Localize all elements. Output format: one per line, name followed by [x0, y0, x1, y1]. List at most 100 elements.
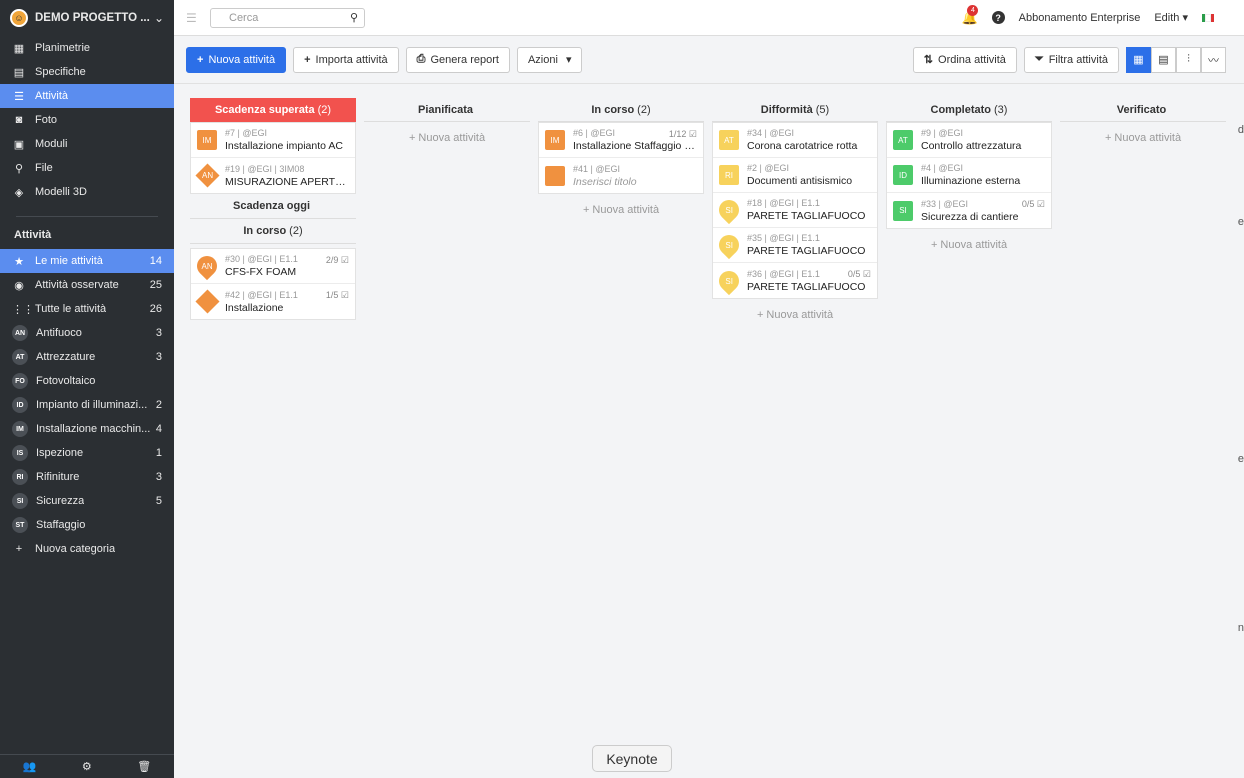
nav-item-moduli[interactable]: ▣ Moduli: [0, 132, 174, 156]
notifications-button[interactable]: 🔔 4: [961, 4, 979, 26]
import-activities-button[interactable]: + Importa attività: [293, 46, 399, 73]
add-activity-link[interactable]: + Nuova attività: [886, 229, 1052, 261]
board-column: In corso (2) IM #6 | @EGI Installazione Staf…: [538, 98, 704, 331]
nav-item-specifiche[interactable]: ▤ Specifiche: [0, 60, 174, 84]
activity-count: 14: [149, 255, 162, 267]
category-badge-text: ID: [899, 170, 907, 180]
activity-card[interactable]: #41 | @EGI Inserisci titolo: [539, 158, 703, 193]
board-view-button[interactable]: ▦: [1126, 46, 1151, 73]
filter-activities-button[interactable]: ⏷ Filtra attività: [1023, 46, 1119, 73]
activity-card[interactable]: AN #30 | @EGI | E1.1 CFS-FX FOAM 2/9 ☑: [191, 249, 355, 284]
generate-report-button[interactable]: ⎙ Genera report: [405, 46, 510, 73]
activity-count: 2: [155, 399, 162, 411]
gear-icon[interactable]: ⚙: [82, 760, 92, 773]
actions-dropdown[interactable]: Azioni ▾: [516, 46, 583, 73]
category-badge-text: SI: [899, 206, 907, 215]
notification-count: 4: [967, 4, 979, 16]
nav-item-attività[interactable]: ☰ Attività: [0, 84, 174, 108]
new-activity-button[interactable]: + Nuova attività: [186, 46, 287, 73]
card-body: #34 | @EGI Corona carotatrice rotta: [747, 128, 871, 152]
chart-view-button[interactable]: 〰: [1201, 46, 1226, 73]
edge-letter: e: [1237, 216, 1244, 228]
card-list: IM #6 | @EGI Installazione Staffaggio - M.…: [538, 122, 704, 194]
filter-label: Filtra attività: [1048, 53, 1108, 66]
nav-item-modelli-3d[interactable]: ◈ Modelli 3D: [0, 180, 174, 204]
activity-filter-item[interactable]: AN Antifuoco 3: [0, 321, 174, 345]
gantt-view-button[interactable]: ⫶: [1176, 46, 1201, 73]
activity-filter-item[interactable]: SI Sicurezza 5: [0, 489, 174, 513]
kanban-board: Scadenza superata (2) IM #7 | @EGI Installaz…: [190, 98, 1226, 331]
card-body: #41 | @EGI Inserisci titolo: [573, 164, 697, 188]
main-nav: ▦ Planimetrie ▤ Specifiche ☰ Attività ◙ Foto ▣ Mo…: [0, 36, 174, 204]
category-badge-text: AN: [201, 261, 213, 271]
activity-card[interactable]: SI #33 | @EGI Sicurezza di cantiere 0/5 ☑: [887, 193, 1051, 228]
activity-card[interactable]: SI #18 | @EGI | E1.1 PARETE TAGLIAFUOCO: [713, 193, 877, 228]
add-activity-link[interactable]: + Nuova attività: [538, 194, 704, 226]
category-pin-icon: SI: [714, 230, 744, 260]
activity-card[interactable]: #42 | @EGI | E1.1 Installazione 1/5 ☑: [191, 284, 355, 319]
activity-filter-item[interactable]: IS Ispezione 1: [0, 441, 174, 465]
category-badge-text: RI: [725, 170, 733, 180]
activity-filter-item[interactable]: FO Fotovoltaico: [0, 369, 174, 393]
card-title: Installazione: [225, 301, 284, 314]
activity-label: Staffaggio: [36, 519, 86, 531]
activity-label: Antifuoco: [36, 327, 82, 339]
nav-item-planimetrie[interactable]: ▦ Planimetrie: [0, 36, 174, 60]
subscription-link[interactable]: Abbonamento Enterprise: [1019, 12, 1141, 24]
trash-icon[interactable]: 🗑: [137, 760, 151, 773]
project-selector[interactable]: ☺ DEMO PROGETTO ... ⌄: [0, 0, 174, 36]
sidebar: ☺ DEMO PROGETTO ... ⌄ ▦ Planimetrie ▤ Speci…: [0, 0, 174, 778]
activity-label: Fotovoltaico: [36, 375, 96, 387]
activity-card[interactable]: RI #2 | @EGI Documenti antisismico: [713, 158, 877, 193]
search-input[interactable]: Cerca ⚲: [210, 7, 365, 28]
nav-label: Planimetrie: [35, 42, 91, 54]
category-badge: SI: [12, 493, 28, 509]
nav-label: Modelli 3D: [35, 186, 87, 198]
search-placeholder: Cerca: [229, 11, 259, 24]
nav-item-file[interactable]: ⚲ File: [0, 156, 174, 180]
italy-flag-icon[interactable]: [1202, 13, 1214, 22]
activity-filter-item[interactable]: ST Staffaggio: [0, 513, 174, 537]
help-icon[interactable]: ?: [991, 11, 1005, 24]
calendar-view-button[interactable]: ▤: [1151, 46, 1176, 73]
menu-icon[interactable]: ☰: [186, 11, 198, 25]
sort-activities-button[interactable]: ⇅ Ordina attività: [912, 46, 1017, 73]
activity-icon: ◉: [14, 279, 24, 292]
gantt-icon: ⫶: [1187, 53, 1190, 65]
nav-item-foto[interactable]: ◙ Foto: [0, 108, 174, 132]
activity-card[interactable]: AT #34 | @EGI Corona carotatrice rotta: [713, 123, 877, 158]
board-column: Scadenza superata (2) IM #7 | @EGI Installaz…: [190, 98, 356, 331]
category-badge-text: AT: [898, 135, 908, 145]
activity-icon: ★: [14, 255, 24, 268]
category-badge: AT: [12, 349, 28, 365]
activity-filter-item[interactable]: ID Impianto di illuminazi... 2: [0, 393, 174, 417]
activity-card[interactable]: ID #4 | @EGI Illuminazione esterna: [887, 158, 1051, 193]
users-icon[interactable]: 👥: [23, 760, 37, 773]
activity-count: 3: [155, 471, 162, 483]
printer-icon: ⎙: [416, 53, 426, 65]
activity-filter-item[interactable]: ◉ Attività osservate 25: [0, 273, 174, 297]
card-title: Sicurezza di cantiere: [921, 210, 1019, 223]
user-menu[interactable]: Edith ▾: [1154, 11, 1188, 24]
activity-card[interactable]: SI #36 | @EGI | E1.1 PARETE TAGLIAFUOCO 0/5…: [713, 263, 877, 298]
activity-filter-item[interactable]: RI Rifiniture 3: [0, 465, 174, 489]
activity-filter-item[interactable]: IM Installazione macchin... 4: [0, 417, 174, 441]
add-activity-link[interactable]: + Nuova attività: [712, 299, 878, 331]
activity-filter-item[interactable]: AT Attrezzature 3: [0, 345, 174, 369]
activity-card[interactable]: IM #7 | @EGI Installazione impianto AC: [191, 123, 355, 158]
card-title: Illuminazione esterna: [921, 175, 1021, 187]
activity-card[interactable]: SI #35 | @EGI | E1.1 PARETE TAGLIAFUOCO: [713, 228, 877, 263]
card-list: IM #7 | @EGI Installazione impianto AC AN #1…: [190, 122, 356, 194]
category-badge: FO: [12, 373, 28, 389]
edge-letter: n: [1237, 622, 1244, 634]
card-meta: #2 | @EGI: [747, 163, 789, 173]
activity-filter-item[interactable]: ★ Le mie attività 14: [0, 249, 174, 273]
activity-card[interactable]: IM #6 | @EGI Installazione Staffaggio - M.…: [539, 123, 703, 158]
report-label: Genera report: [430, 53, 499, 66]
add-activity-link[interactable]: + Nuova attività: [364, 122, 530, 154]
activity-filter-item[interactable]: ⋮⋮ Tutte le attività 26: [0, 297, 174, 321]
activity-card[interactable]: AT #9 | @EGI Controllo attrezzatura: [887, 123, 1051, 158]
activity-card[interactable]: AN #19 | @EGI | 3IM08 MISURAZIONE APERTUR.…: [191, 158, 355, 193]
activity-filter-item[interactable]: + Nuova categoria: [0, 537, 174, 561]
add-activity-link[interactable]: + Nuova attività: [1060, 122, 1226, 154]
